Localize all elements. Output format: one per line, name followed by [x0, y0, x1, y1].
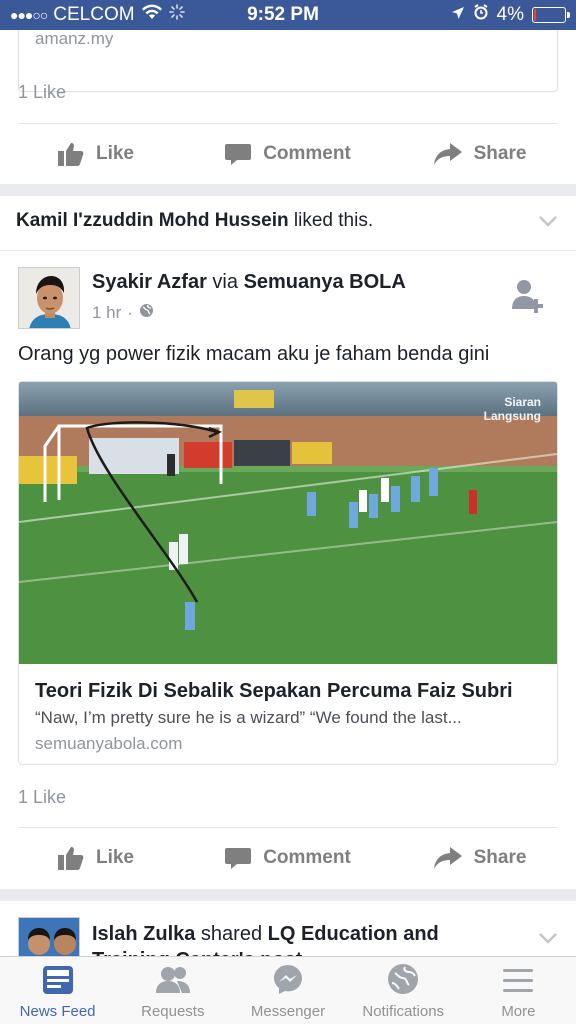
page-name[interactable]: Semuanya BOLA [244, 271, 406, 293]
link-preview-image[interactable]: Siaran Langsung [19, 382, 557, 664]
tab-label: Messenger [250, 1003, 326, 1020]
thumbs-up-icon [57, 142, 84, 166]
battery-percent: 4% [496, 4, 524, 25]
comment-button[interactable]: Comment [192, 124, 384, 184]
share-label: Share [473, 847, 527, 868]
author-avatar[interactable] [18, 267, 80, 329]
more-icon [502, 967, 534, 999]
share-arrow-icon [433, 143, 462, 165]
author-avatar[interactable] [18, 917, 80, 961]
post-text: Orang yg power fizik macam aku je faham … [18, 343, 490, 365]
post-actions: Like Comment Share [0, 124, 576, 184]
link-title[interactable]: Teori Fizik Di Sebalik Sepakan Percuma F… [35, 680, 513, 703]
svg-text:Langsung: Langsung [484, 409, 541, 423]
add-friend-icon[interactable] [510, 277, 546, 320]
post-card-next: Islah Zulka shared LQ Education and Trai… [0, 901, 576, 961]
tab-more[interactable]: More [461, 957, 576, 1024]
activity-spinner-icon [168, 4, 185, 26]
battery-level-fill [534, 9, 536, 21]
meta-separator: · [127, 303, 133, 322]
tab-requests[interactable]: Requests [115, 957, 230, 1024]
battery-icon [532, 7, 570, 23]
link-preview-card[interactable]: Siaran Langsung Teori Fizik Di Sebalik S… [18, 381, 558, 765]
link-domain: amanz.my [35, 29, 114, 48]
share-button[interactable]: Share [384, 828, 576, 888]
news-feed-icon [42, 965, 74, 999]
like-label: Like [95, 847, 135, 868]
tab-label: Notifications [362, 1003, 445, 1020]
chevron-down-icon[interactable] [538, 214, 558, 233]
like-button[interactable]: Like [0, 828, 192, 888]
share-arrow-icon [433, 847, 462, 869]
alarm-icon [473, 4, 489, 26]
share-label: Share [473, 143, 527, 164]
tab-notifications[interactable]: Notifications [346, 957, 461, 1024]
tab-bar: News Feed Requests Messenger Notificatio… [0, 956, 576, 1024]
post-actions: Like Comment Share [0, 828, 576, 888]
status-bar: ●●●○○ CELCOM 9:52 PM 4% [0, 0, 576, 30]
tab-news-feed[interactable]: News Feed [0, 957, 115, 1024]
messenger-icon [272, 963, 304, 999]
comment-label: Comment [263, 143, 351, 164]
link-domain: semuanyabola.com [35, 734, 183, 753]
notifications-icon [387, 963, 419, 999]
like-label: Like [95, 143, 135, 164]
link-preview-card[interactable]: amanz.my [18, 30, 558, 92]
via-text: via [206, 271, 244, 293]
thumbs-up-icon [57, 846, 84, 870]
comment-button[interactable]: Comment [192, 828, 384, 888]
post-card-previous: amanz.my 1 Like Like Comment Share [0, 30, 576, 184]
post-card: Syakir Azfar via Semuanya BOLA 1 hr · Or… [0, 251, 576, 889]
tab-label: Requests [141, 1003, 205, 1020]
location-arrow-icon [451, 4, 465, 26]
comment-bubble-icon [225, 846, 252, 870]
clock: 9:52 PM [247, 4, 319, 25]
share-button[interactable]: Share [384, 124, 576, 184]
chevron-down-icon[interactable] [538, 931, 558, 950]
liked-verb: liked this. [288, 210, 374, 231]
like-count[interactable]: 1 Like [18, 82, 66, 103]
requests-icon [155, 965, 191, 999]
globe-icon [139, 303, 154, 323]
link-description: “Naw, I’m pretty sure he is a wizard” “W… [35, 708, 462, 727]
signal-strength-icon: ●●●○○ [10, 7, 48, 23]
tab-messenger[interactable]: Messenger [230, 957, 345, 1024]
tab-label: News Feed [19, 1003, 96, 1020]
author-name[interactable]: Syakir Azfar [92, 271, 207, 293]
comment-label: Comment [263, 847, 351, 868]
liker-name[interactable]: Kamil I'zzuddin Mohd Hussein [16, 210, 289, 231]
tab-label: More [501, 1003, 536, 1020]
carrier-name: CELCOM [53, 4, 135, 25]
author-name[interactable]: Islah Zulka [92, 923, 195, 945]
like-button[interactable]: Like [0, 124, 192, 184]
svg-text:Siaran: Siaran [504, 395, 541, 409]
post-time[interactable]: 1 hr [92, 303, 121, 323]
like-count[interactable]: 1 Like [18, 787, 66, 808]
wifi-icon [141, 4, 163, 26]
shared-verb: shared [195, 923, 268, 945]
liked-notice: Kamil I'zzuddin Mohd Hussein liked this. [0, 196, 576, 251]
comment-bubble-icon [225, 142, 252, 166]
